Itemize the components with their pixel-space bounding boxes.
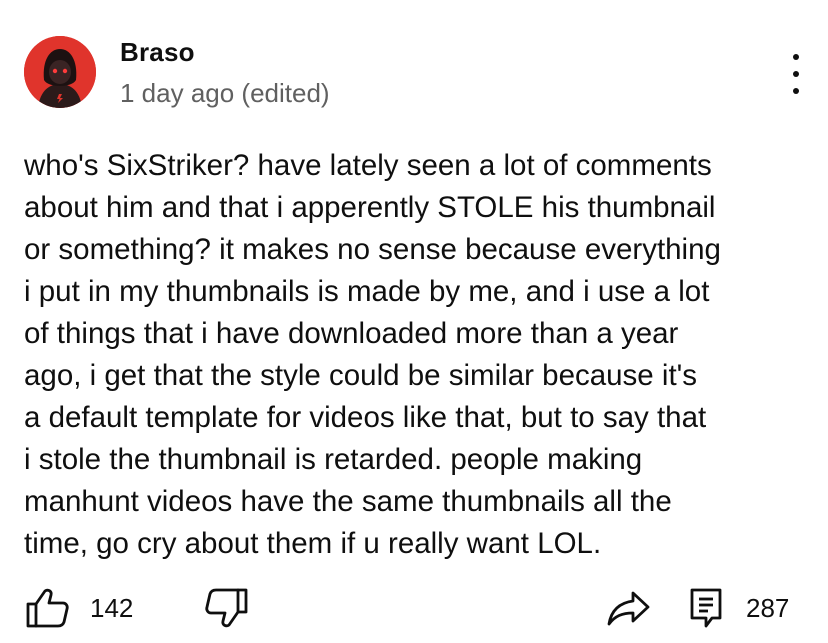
more-options-button[interactable]: [784, 54, 808, 94]
more-vertical-icon-dot: [793, 71, 799, 77]
hooded-figure-avatar-icon: [24, 36, 96, 108]
reply-count: 287: [746, 593, 790, 623]
more-vertical-icon-dot: [793, 54, 799, 60]
comment-action-bar: 142 287: [0, 586, 828, 630]
reply-button[interactable]: 287: [688, 586, 789, 630]
like-button[interactable]: 142: [24, 586, 133, 630]
more-vertical-icon-dot: [793, 88, 799, 94]
avatar[interactable]: [24, 36, 96, 108]
share-icon: [607, 591, 650, 626]
thumbs-down-icon: [205, 588, 248, 628]
comment-author[interactable]: Braso: [120, 37, 195, 67]
reply-icon: [690, 588, 722, 628]
comment-text: who's SixStriker? have lately seen a lot…: [24, 149, 721, 560]
share-button[interactable]: [606, 586, 652, 630]
thumbs-up-icon: [26, 588, 69, 628]
comment-timestamp: 1 day ago (edited): [120, 78, 330, 108]
dislike-button[interactable]: [202, 586, 250, 630]
like-count: 142: [90, 593, 134, 623]
